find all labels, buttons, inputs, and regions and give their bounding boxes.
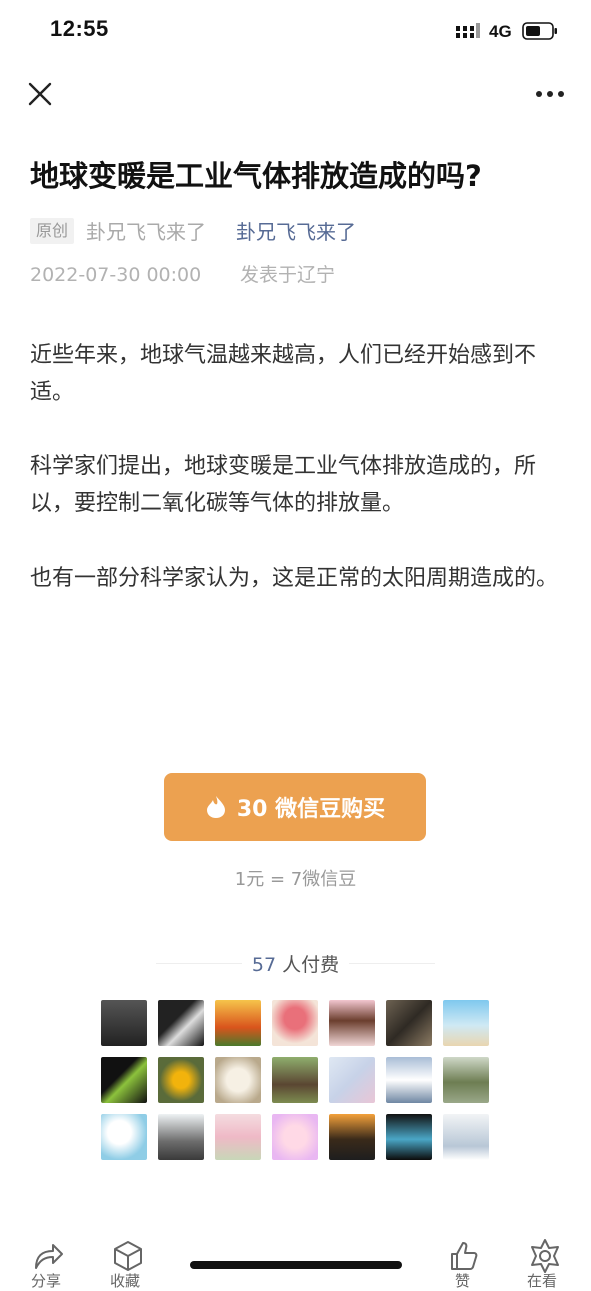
payer-avatar[interactable]: [215, 1114, 261, 1160]
cellular-signal-icon: [456, 23, 480, 38]
payer-avatar[interactable]: [158, 1114, 204, 1160]
payer-avatar[interactable]: [101, 1057, 147, 1103]
account-name-link[interactable]: 卦兄飞飞来了: [236, 218, 356, 246]
wow-label: 在看: [527, 1272, 558, 1290]
payer-avatar[interactable]: [443, 1000, 489, 1046]
battery-icon: [522, 22, 557, 40]
payer-avatar[interactable]: [272, 1057, 318, 1103]
body-paragraph: 近些年来，地球气温越来越高，人们已经开始感到不适。: [30, 343, 537, 405]
network-type: 4G: [489, 22, 512, 41]
payers-count-label: 57 人付费: [242, 950, 349, 977]
publish-location: 发表于辽宁: [240, 264, 336, 286]
payer-avatar[interactable]: [215, 1000, 261, 1046]
more-options-icon[interactable]: [530, 84, 570, 104]
payers-count: 57: [251, 953, 277, 976]
body-paragraph: 也有一部分科学家认为，这是正常的太阳周期造成的。: [30, 566, 559, 591]
close-icon[interactable]: [24, 78, 56, 110]
exchange-rate: 1元 = 7微信豆: [234, 869, 357, 890]
author-name: 卦兄飞飞来了: [86, 220, 206, 244]
payers-header: 57 人付费: [156, 948, 436, 978]
payer-avatar[interactable]: [443, 1114, 489, 1160]
payer-avatar[interactable]: [443, 1057, 489, 1103]
payer-avatar[interactable]: [272, 1000, 318, 1046]
like-label: 赞: [455, 1272, 471, 1290]
payer-avatar[interactable]: [101, 1000, 147, 1046]
status-time: 12:55: [50, 16, 109, 41]
buy-button-label: 30 微信豆购买: [236, 797, 386, 822]
publish-date: 2022-07-30 00:00: [30, 264, 202, 286]
payer-avatar[interactable]: [329, 1114, 375, 1160]
home-indicator[interactable]: [190, 1261, 402, 1269]
payer-avatar[interactable]: [329, 1057, 375, 1103]
payer-avatar[interactable]: [329, 1000, 375, 1046]
payer-avatar[interactable]: [386, 1000, 432, 1046]
payer-avatar[interactable]: [158, 1000, 204, 1046]
share-label: 分享: [31, 1272, 62, 1290]
payer-avatar[interactable]: [101, 1114, 147, 1160]
payer-avatar[interactable]: [158, 1057, 204, 1103]
original-badge: 原创: [30, 218, 75, 244]
payer-avatar[interactable]: [386, 1114, 432, 1160]
favorite-label: 收藏: [110, 1272, 141, 1290]
payer-avatar[interactable]: [272, 1114, 318, 1160]
divider: [156, 962, 242, 964]
payers-suffix: 人付费: [276, 953, 340, 976]
payer-avatar[interactable]: [215, 1057, 261, 1103]
article-title: 地球变暖是工业气体排放造成的吗?: [30, 159, 482, 193]
body-paragraph: 科学家们提出，地球变暖是工业气体排放造成的，所以，要控制二氧化碳等气体的排放量。: [30, 454, 537, 516]
bean-icon: [206, 796, 225, 818]
payer-avatar[interactable]: [386, 1057, 432, 1103]
buy-with-wechat-beans-button[interactable]: 30 微信豆购买: [164, 773, 426, 841]
divider: [349, 962, 436, 964]
